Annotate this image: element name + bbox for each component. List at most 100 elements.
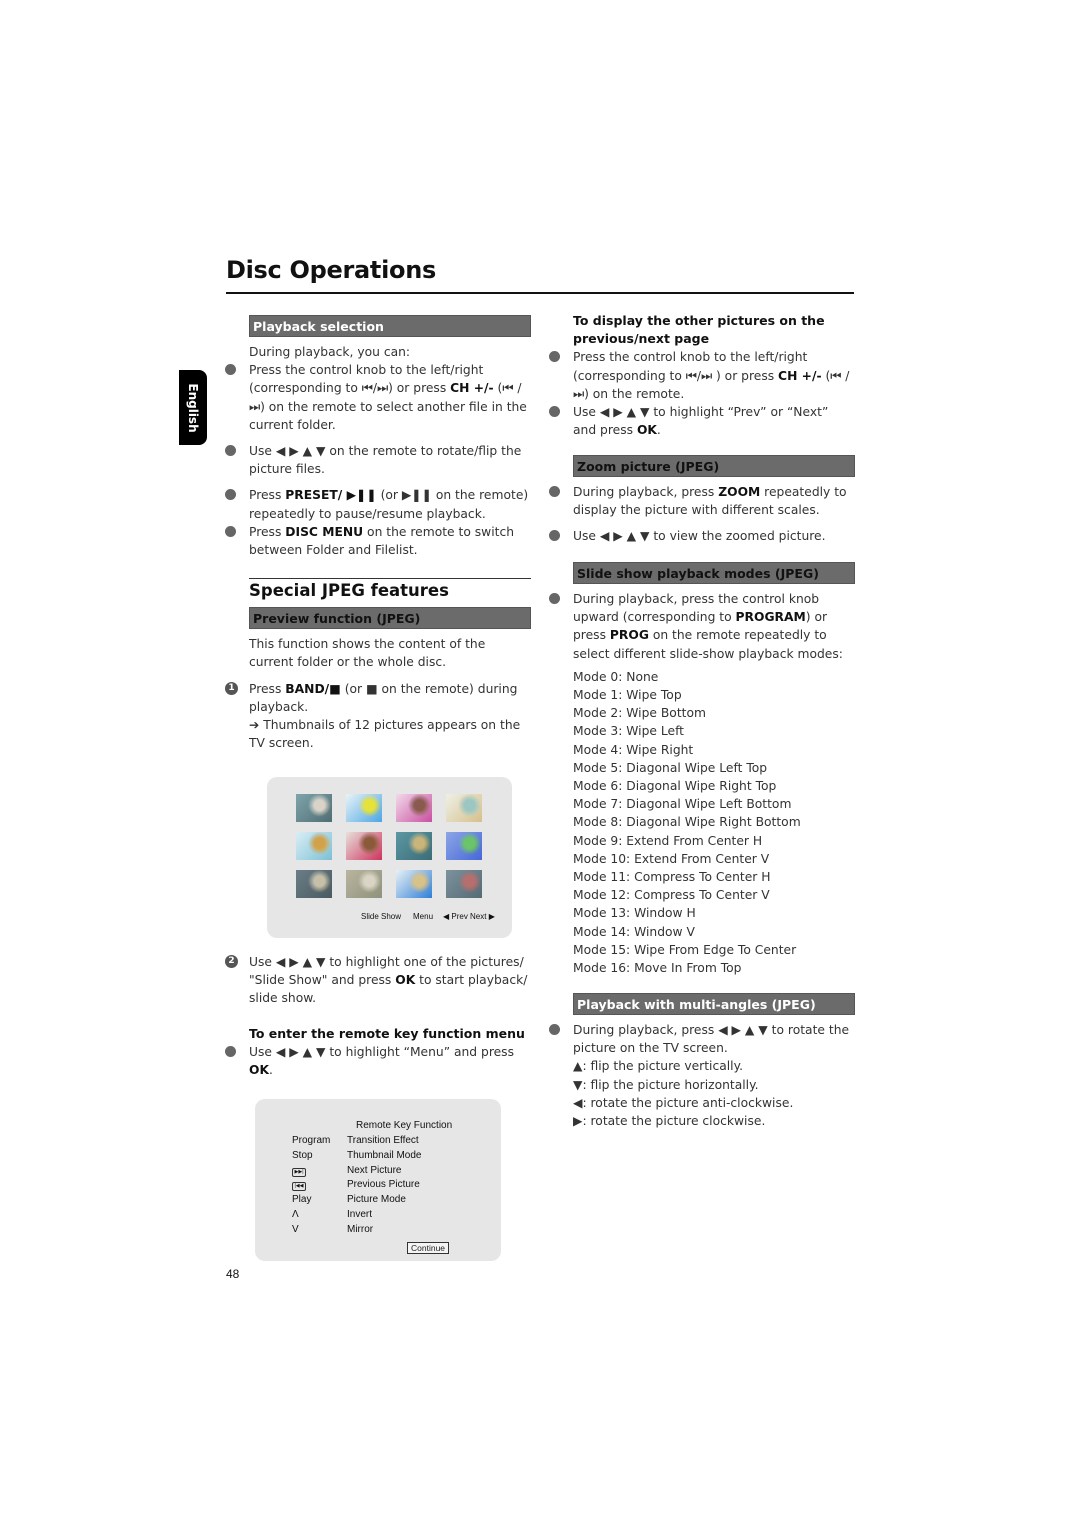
page-number: 48 (226, 1267, 240, 1281)
playback-selection-header: Playback selection (249, 315, 531, 337)
bullet-icon (225, 489, 236, 501)
step-1-result: ➔ Thumbnails of 12 pictures appears on t… (249, 718, 521, 751)
page-title: Disc Operations (226, 256, 436, 284)
continue-button: Continue (407, 1242, 450, 1254)
list-item: Use ◀ ▶ ▲ ▼ to view the zoomed picture. (549, 527, 855, 545)
special-jpeg-section: Special JPEG features Preview function (… (225, 578, 531, 752)
thumbnail-grey-earrings (446, 870, 482, 898)
remote-key-screen-illustration: Remote Key Function Program Transition Ef… (255, 1099, 501, 1261)
multi-angle-details: ▲: flip the picture vertically. ▼: flip t… (573, 1057, 855, 1130)
bullet-icon (549, 593, 560, 604)
thumbnail-sandy-texture (346, 870, 382, 898)
bullet-icon (225, 445, 236, 457)
list-item: Press PRESET/ ▶❚❚ (or ▶❚❚ on the remote)… (225, 486, 531, 522)
prev-next-section: To display the other pictures on the pre… (549, 312, 855, 439)
multi-angles-section: Playback with multi-angles (JPEG) During… (549, 993, 855, 1130)
step-2: 2 Use ◀ ▶ ▲ ▼ to highlight one of the pi… (225, 953, 531, 1008)
step-1: 1 Press BAND/■ (or ■ on the remote) duri… (225, 680, 531, 716)
slideshow-mode-item: Mode 1: Wipe Top (573, 688, 682, 703)
playback-intro: During playback, you can: (249, 345, 411, 359)
remote-key-name: Play (292, 1194, 312, 1206)
list-item: During playback, press the control knob … (549, 590, 855, 663)
thumbnail-colorful-beads (296, 832, 332, 860)
thumbnail-teal-chain (396, 832, 432, 860)
bullet-icon (225, 1045, 236, 1057)
previous-icon: |◀◀ (292, 1179, 306, 1192)
slideshow-section: Slide show playback modes (JPEG) During … (549, 562, 855, 977)
slideshow-mode-item: Mode 2: Wipe Bottom (573, 706, 706, 721)
slideshow-mode-item: Mode 4: Wipe Right (573, 742, 694, 757)
slideshow-mode-item: Mode 0: None (573, 669, 659, 684)
prev-button: ◀ Prev (443, 912, 468, 921)
thumbnail-blue-yellow-flower (346, 794, 382, 822)
zoom-section: Zoom picture (JPEG) During playback, pre… (549, 455, 855, 546)
multi-angle-detail: ▲: flip the picture vertically. (573, 1059, 744, 1074)
thumbnail-gold-necklace (446, 794, 482, 822)
remote-key-name: Program (292, 1135, 331, 1146)
step-number-icon: 1 (225, 681, 238, 695)
section-title: Special JPEG features (249, 581, 449, 600)
remote-key-function: Picture Mode (347, 1194, 406, 1206)
zoom-picture-header: Zoom picture (JPEG) (573, 455, 855, 477)
next-icon: ▶▶| (292, 1165, 306, 1177)
bullet-icon (549, 530, 560, 542)
thumbnail-screen-illustration: Slide Show Menu ◀ Prev Next ▶ (267, 777, 512, 938)
menu-button: Menu (413, 912, 434, 921)
remote-menu-heading: To enter the remote key function menu (249, 1025, 525, 1041)
slideshow-mode-item: Mode 5: Diagonal Wipe Left Top (573, 760, 768, 775)
thumbnail-blue-sky-pearls (446, 832, 482, 860)
multi-angle-detail: ◀: rotate the picture anti-clockwise. (573, 1095, 794, 1110)
remote-key-name: Λ (292, 1209, 299, 1220)
remote-key-title: Remote Key Function (356, 1120, 453, 1131)
bullet-icon (225, 364, 236, 376)
slideshow-mode-item: Mode 14: Window V (573, 924, 695, 939)
remote-key-function: Next Picture (347, 1164, 402, 1176)
list-item: Use ◀ ▶ ▲ ▼ to highlight “Menu” and pres… (225, 1043, 531, 1079)
thumbnail-red-flowers (346, 832, 382, 860)
prev-next-heading: To display the other pictures on the pre… (573, 313, 825, 347)
multi-angle-detail: ▶: rotate the picture clockwise. (573, 1114, 766, 1129)
slideshow-mode-item: Mode 9: Extend From Center H (573, 833, 763, 848)
next-button: Next ▶ (470, 912, 495, 921)
slideshow-mode-list: Mode 0: None Mode 1: Wipe Top Mode 2: Wipe… (573, 668, 855, 977)
preview-function-header: Preview function (JPEG) (249, 607, 531, 630)
bullet-icon (225, 525, 236, 537)
slideshow-mode-item: Mode 7: Diagonal Wipe Left Bottom (573, 797, 792, 812)
step-number-icon: 2 (225, 955, 238, 968)
slideshow-mode-item: Mode 15: Wipe From Edge To Center (573, 942, 797, 957)
list-item: During playback, press ZOOM repeatedly t… (549, 483, 855, 519)
slideshow-modes-header: Slide show playback modes (JPEG) (573, 562, 855, 584)
multi-angles-header: Playback with multi-angles (JPEG) (573, 993, 855, 1015)
bullet-icon (549, 486, 560, 497)
thumbnail-jewelry-rings (296, 794, 332, 822)
remote-key-function: Transition Effect (347, 1135, 419, 1146)
bullet-icon (549, 406, 560, 418)
slideshow-mode-item: Mode 8: Diagonal Wipe Right Bottom (573, 815, 801, 830)
list-item: Press the control knob to the left/right… (225, 361, 531, 434)
thumbnail-blue-figure (396, 870, 432, 898)
slideshow-mode-item: Mode 16: Move In From Top (573, 961, 742, 976)
slideshow-mode-item: Mode 11: Compress To Center H (573, 870, 771, 885)
bullet-icon (549, 1024, 560, 1035)
slide-show-button: Slide Show (361, 912, 402, 921)
list-item: Use ◀ ▶ ▲ ▼ to highlight “Prev” or “Next… (549, 403, 855, 439)
thumbnail-dark-pendants (296, 870, 332, 898)
remote-key-name: Stop (292, 1149, 313, 1161)
remote-key-function: Mirror (347, 1223, 374, 1235)
slideshow-mode-item: Mode 3: Wipe Left (573, 724, 685, 739)
arrow-left-icon: ◀ (443, 912, 450, 921)
section-divider (249, 578, 531, 579)
list-item: Press DISC MENU on the remote to switch … (225, 523, 531, 559)
slideshow-mode-item: Mode 6: Diagonal Wipe Right Top (573, 779, 777, 794)
remote-key-function: Previous Picture (347, 1179, 420, 1191)
remote-key-function: Thumbnail Mode (347, 1149, 422, 1161)
list-item: Use ◀ ▶ ▲ ▼ on the remote to rotate/flip… (225, 442, 531, 478)
language-tab-label: English (186, 382, 200, 433)
language-tab: English (179, 370, 207, 445)
playback-selection-section: Playback selection During playback, you … (225, 315, 531, 559)
slideshow-mode-item: Mode 12: Compress To Center V (573, 888, 770, 903)
slideshow-mode-item: Mode 10: Extend From Center V (573, 851, 770, 866)
multi-angle-detail: ▼: flip the picture horizontally. (573, 1077, 759, 1092)
title-divider (226, 292, 854, 294)
arrow-right-icon: ▶ (488, 912, 495, 921)
